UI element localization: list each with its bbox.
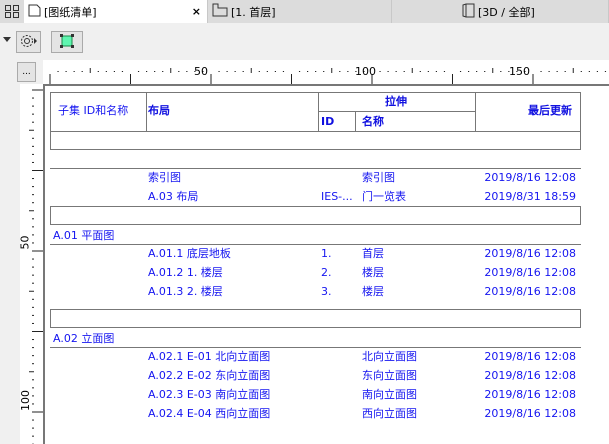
section-title[interactable]: A.01 平面图 [53, 229, 114, 243]
settings-button[interactable] [16, 31, 41, 53]
ruler-tick-label: 150 [509, 65, 530, 78]
cell-layout: A.01.2 1. 楼层 [148, 266, 223, 279]
header-layout: 布局 [148, 104, 170, 117]
cell-date: 2019/8/16 12:08 [484, 171, 576, 184]
tab-label: [图纸清单] [44, 5, 97, 19]
tab-sheet-list[interactable]: [图纸清单] × [24, 0, 208, 23]
cell-name: 西向立面图 [362, 407, 417, 420]
cell-id: 1. [321, 247, 332, 260]
cell-date: 2019/8/16 12:08 [484, 369, 576, 382]
gear-icon [19, 33, 39, 52]
selection-frame-button[interactable] [51, 31, 83, 53]
ruler-corner-button[interactable]: ... [17, 62, 36, 82]
cell-layout: A.01.1 底层地板 [148, 247, 231, 260]
cell-layout: A.01.3 2. 楼层 [148, 285, 223, 298]
cell-name: 楼层 [362, 266, 384, 279]
cell-layout: A.02.4 E-04 西向立面图 [148, 407, 271, 420]
cell-name: 北向立面图 [362, 350, 417, 363]
cell-name: 门一览表 [362, 190, 406, 203]
3d-box-icon [462, 3, 475, 21]
tab-3d[interactable]: [3D / 全部] [392, 0, 609, 23]
ruler-vertical: 50 100 [18, 84, 43, 444]
divider [50, 244, 581, 245]
document-icon [28, 4, 41, 20]
tab-bar: [图纸清单] × [1. 首层] [3D / 全部] [0, 0, 609, 23]
cell-name: 楼层 [362, 285, 384, 298]
cell-date: 2019/8/16 12:08 [484, 266, 576, 279]
cell-layout: 索引图 [148, 171, 181, 184]
ruler-horizontal: 50 100 150 [43, 60, 609, 84]
cell-id: IES-... [321, 190, 353, 203]
header-id: ID [321, 115, 335, 128]
cell-date: 2019/8/16 12:08 [484, 285, 576, 298]
empty-row [50, 206, 581, 225]
toolbar [0, 23, 609, 60]
cell-name: 索引图 [362, 171, 395, 184]
close-icon[interactable]: × [192, 5, 201, 18]
empty-row [50, 309, 581, 328]
tab-label: [3D / 全部] [478, 5, 535, 19]
ruler-tick-label: 50 [194, 65, 208, 78]
floor-plan-icon [212, 3, 228, 20]
empty-row [50, 131, 581, 150]
cell-date: 2019/8/16 12:08 [484, 247, 576, 260]
cell-layout: A.02.3 E-03 南向立面图 [148, 388, 271, 401]
cell-id: 3. [321, 285, 332, 298]
divider [50, 347, 581, 348]
cell-name: 东向立面图 [362, 369, 417, 382]
cell-layout: A.02.1 E-01 北向立面图 [148, 350, 271, 363]
ruler-tick-label: 50 [18, 235, 32, 250]
cell-id: 2. [321, 266, 332, 279]
cell-date: 2019/8/16 12:08 [484, 407, 576, 420]
ruler-tick-label: 100 [355, 65, 376, 78]
cell-date: 2019/8/31 18:59 [484, 190, 576, 203]
cell-layout: A.02.2 E-02 东向立面图 [148, 369, 271, 382]
frame-icon [60, 33, 74, 51]
cell-layout: A.03 布局 [148, 190, 199, 203]
table-header [50, 92, 581, 132]
header-subset: 子集 ID和名称 [58, 104, 129, 117]
tab-overview-icon[interactable] [5, 5, 19, 21]
cell-date: 2019/8/16 12:08 [484, 350, 576, 363]
tab-label: [1. 首层] [231, 5, 276, 19]
header-stretch: 拉伸 [385, 95, 407, 108]
tab-floor-plan[interactable]: [1. 首层] [208, 0, 392, 23]
header-updated: 最后更新 [528, 104, 572, 117]
section-title[interactable]: A.02 立面图 [53, 332, 114, 346]
collapse-arrow-icon[interactable] [3, 37, 11, 42]
cell-name: 首层 [362, 247, 384, 260]
ruler-tick-label: 100 [19, 390, 32, 411]
cell-name: 南向立面图 [362, 388, 417, 401]
header-name: 名称 [362, 115, 384, 128]
cell-date: 2019/8/16 12:08 [484, 388, 576, 401]
